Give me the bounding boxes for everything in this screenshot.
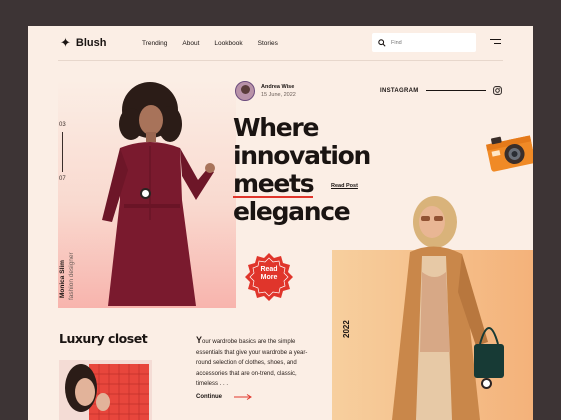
instagram-link[interactable]: INSTAGRAM xyxy=(380,86,502,95)
headline-line-1: Where xyxy=(233,113,319,142)
brand-name: Blush xyxy=(75,36,107,49)
nav-item-trending[interactable]: Trending xyxy=(142,40,167,47)
headline-line-3: meets xyxy=(233,169,315,198)
luxury-thumbnail xyxy=(59,360,152,420)
nav-item-lookbook[interactable]: Lookbook xyxy=(214,40,242,47)
hero-headline: Where innovation meets elegance xyxy=(233,113,371,226)
slide-total: 07 xyxy=(59,176,66,182)
arrow-right-icon xyxy=(234,394,252,400)
nav-item-stories[interactable]: Stories xyxy=(258,40,278,47)
instagram-label: INSTAGRAM xyxy=(380,87,419,94)
hotspot-dot[interactable] xyxy=(140,188,151,199)
model-caption: Monica Slim xyxy=(59,260,66,298)
author-name: Andrea Wise xyxy=(261,84,295,90)
header-divider xyxy=(58,60,503,61)
main-nav: Trending About Lookbook Stories xyxy=(142,40,278,47)
hotspot-dot-2[interactable] xyxy=(481,378,492,389)
slide-progress-line xyxy=(62,132,63,172)
year-label: 2022 xyxy=(342,320,351,338)
model-name: Monica Slim xyxy=(59,260,66,298)
model-role-caption: fashion designer xyxy=(68,252,75,300)
four-point-star-icon: ✦ xyxy=(60,35,71,50)
brand-logo[interactable]: ✦ Blush xyxy=(60,36,106,49)
author-info[interactable]: Andrea Wise 15 June, 2022 xyxy=(235,81,296,101)
luxury-closet-title: Luxury closet xyxy=(59,331,148,346)
instagram-icon[interactable] xyxy=(492,86,502,95)
headline-line-4: elegance xyxy=(233,197,351,226)
continue-label: Continue xyxy=(196,394,222,400)
continue-link[interactable]: Continue xyxy=(196,394,252,400)
page-frame: ✦ Blush Trending About Lookbook Stories xyxy=(28,26,533,420)
avatar[interactable] xyxy=(235,81,255,101)
headline-line-2: innovation xyxy=(233,141,371,170)
slide-current: 03 xyxy=(59,122,66,128)
hamburger-menu-icon[interactable] xyxy=(490,39,501,46)
model-role: fashion designer xyxy=(68,252,75,300)
badge-line-1: Read xyxy=(260,266,278,273)
luxury-description: Your wardrobe basics are the simple esse… xyxy=(196,335,314,390)
badge-line-2: More xyxy=(260,274,278,281)
read-more-label[interactable]: Read More xyxy=(244,266,294,282)
camera-image xyxy=(485,135,533,172)
instagram-line xyxy=(425,90,486,91)
woman-coat-photo xyxy=(392,196,504,420)
post-date: 15 June, 2022 xyxy=(261,92,296,98)
search-box[interactable] xyxy=(372,33,476,52)
nav-item-about[interactable]: About xyxy=(182,40,199,47)
search-input[interactable] xyxy=(391,39,471,46)
luxury-text: our wardrobe basics are the simple essen… xyxy=(196,339,308,387)
read-post-link[interactable]: Read Post xyxy=(331,183,358,189)
search-icon xyxy=(378,38,386,47)
